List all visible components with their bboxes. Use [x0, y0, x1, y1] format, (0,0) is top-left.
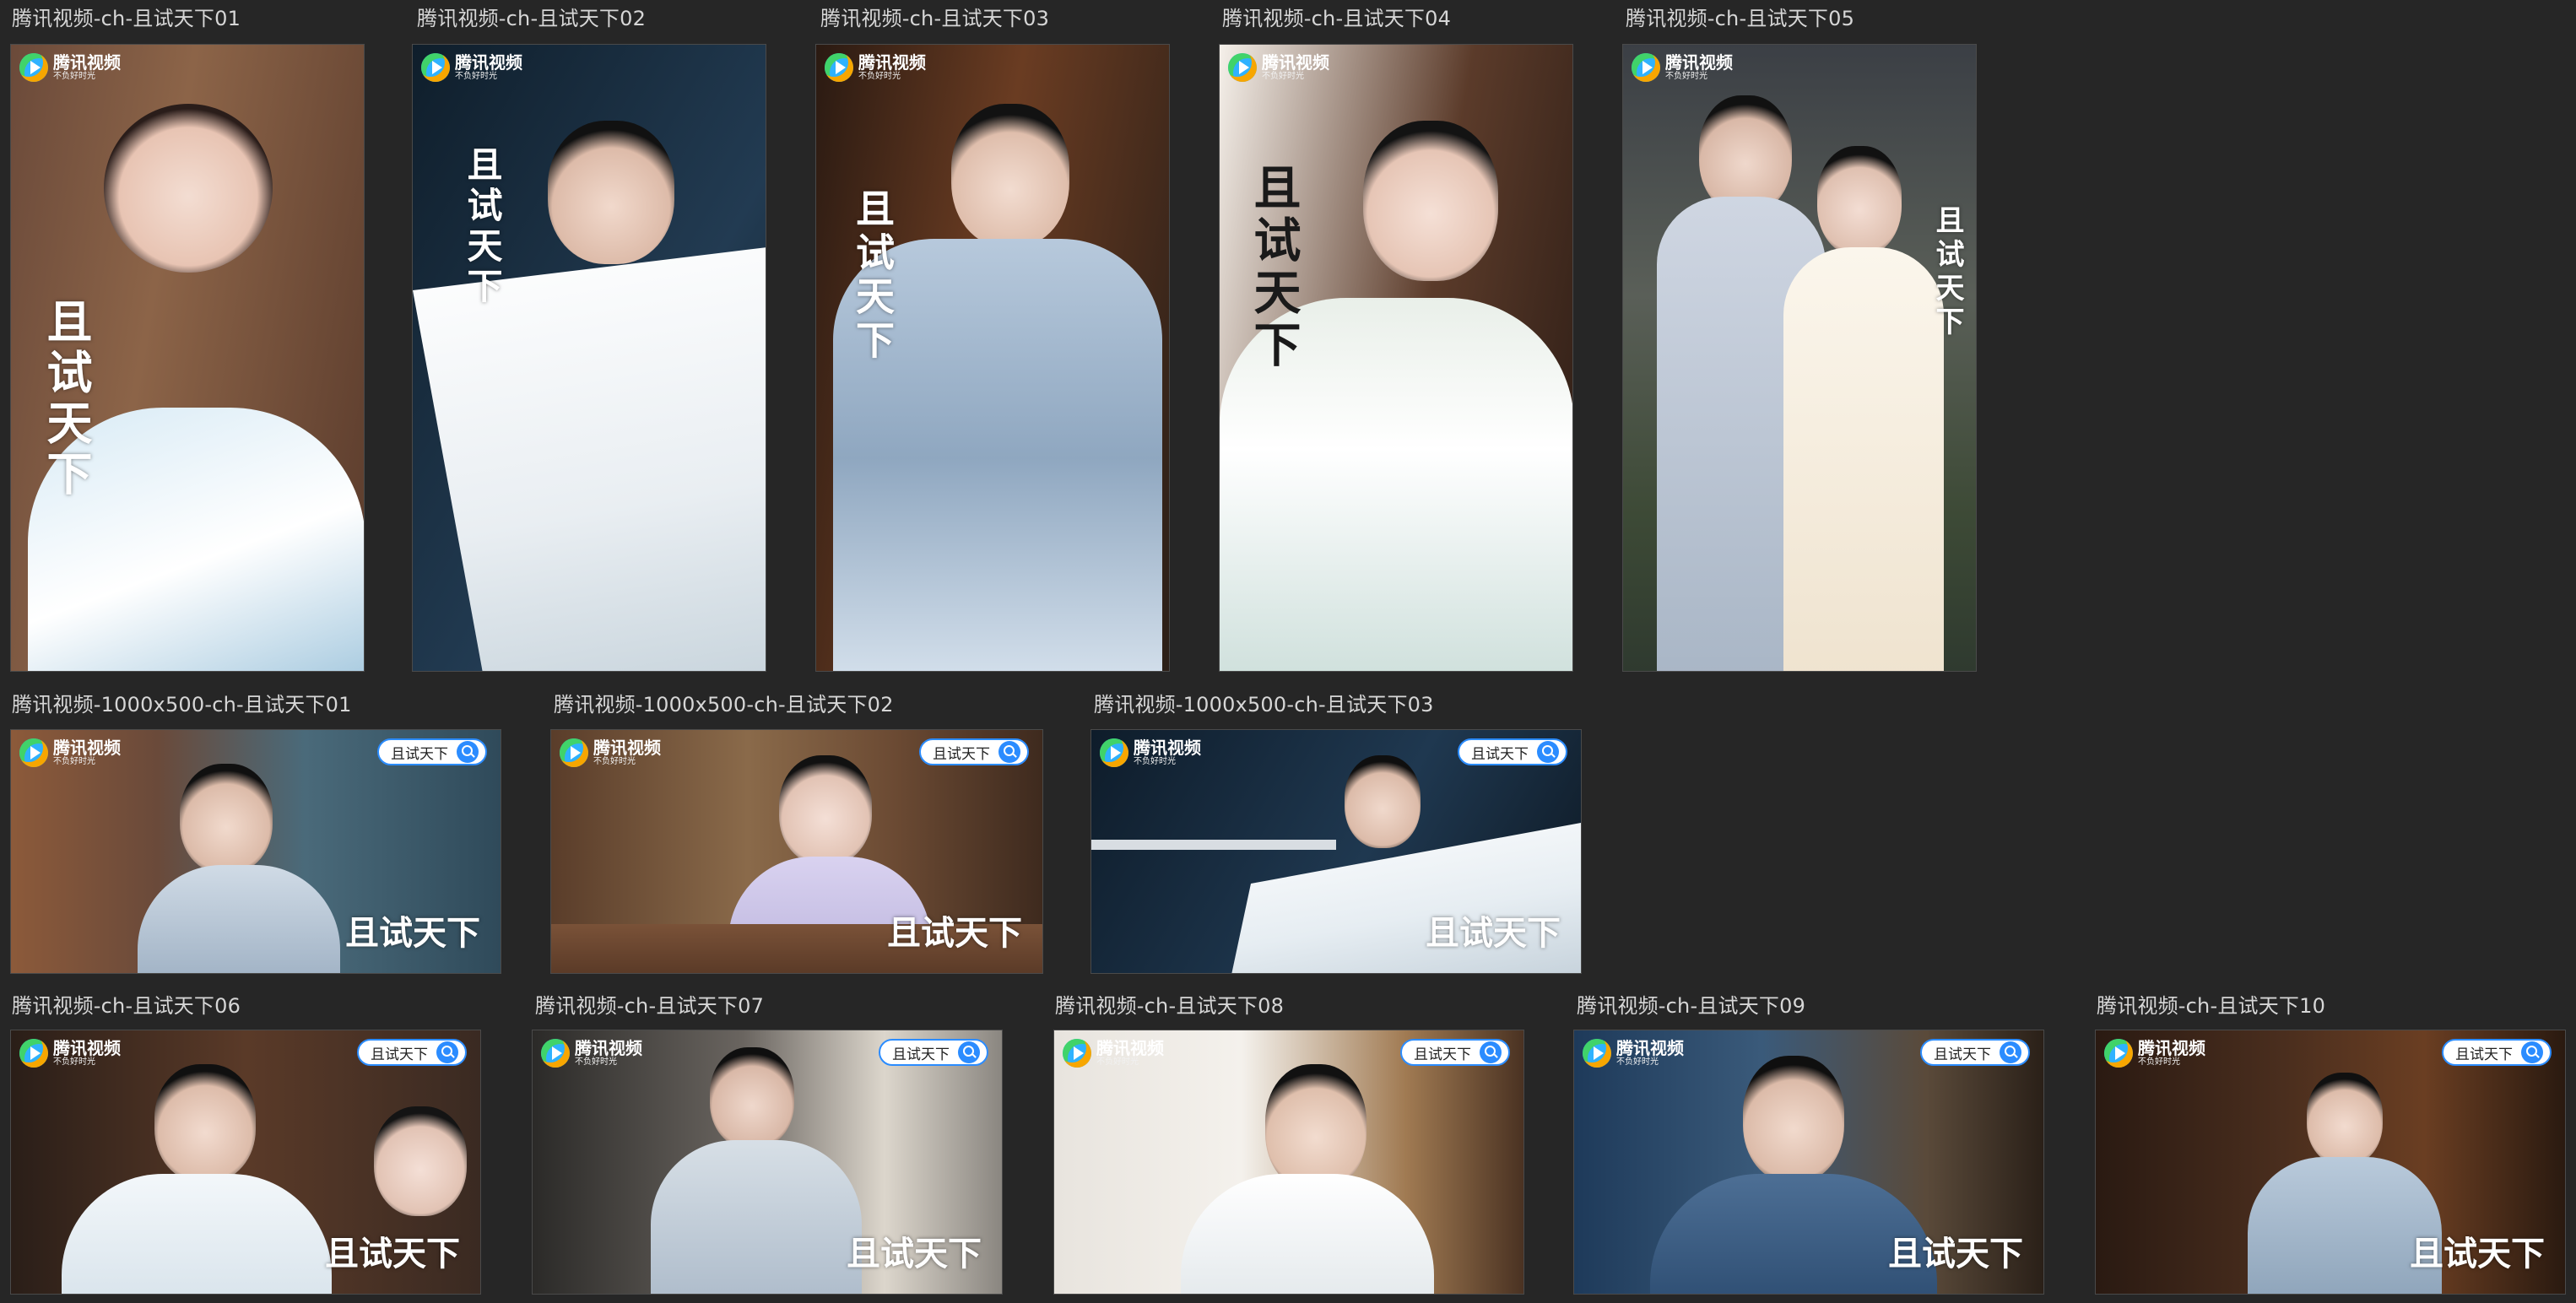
title-calligraphy: 且试天下	[850, 188, 896, 364]
tencent-video-logo: 腾讯视频 不负好时光	[421, 53, 522, 82]
tencent-video-logo: 腾讯视频 不负好时光	[19, 53, 121, 82]
thumbnail-label[interactable]: 腾讯视频-1000x500-ch-且试天下02	[554, 693, 894, 716]
title-calligraphy: 且试天下	[887, 913, 1022, 953]
search-pill: 且试天下	[1920, 1039, 2030, 1066]
character-portrait	[779, 755, 872, 865]
search-icon	[958, 1041, 980, 1063]
thumbnail-label[interactable]: 腾讯视频-ch-且试天下08	[1055, 994, 1284, 1018]
tencent-video-logo: 腾讯视频 不负好时光	[19, 738, 121, 767]
tencent-video-logo: 腾讯视频 不负好时光	[541, 1039, 642, 1068]
play-icon	[1632, 53, 1660, 82]
tencent-video-logo: 腾讯视频 不负好时光	[2104, 1039, 2205, 1068]
thumbnail-label[interactable]: 腾讯视频-ch-且试天下05	[1626, 7, 1854, 30]
search-icon	[2000, 1041, 2021, 1063]
play-icon	[421, 53, 450, 82]
search-icon	[1537, 741, 1559, 763]
character-portrait	[1699, 95, 1792, 214]
thumbnail-label[interactable]: 腾讯视频-ch-且试天下10	[2097, 994, 2325, 1018]
banner-thumbnail[interactable]: 腾讯视频 不负好时光 且试天下 且试天下	[550, 729, 1043, 974]
search-icon	[998, 741, 1020, 763]
poster-thumbnail[interactable]: 腾讯视频 不负好时光 且试天下	[1622, 44, 1977, 672]
play-icon	[560, 738, 588, 767]
character-portrait	[1265, 1064, 1366, 1191]
poster-thumbnail[interactable]: 腾讯视频 不负好时光 且试天下	[815, 44, 1170, 672]
character-portrait	[154, 1064, 256, 1182]
thumbnail-label[interactable]: 腾讯视频-ch-且试天下01	[12, 7, 241, 30]
play-icon	[19, 1039, 48, 1068]
banner-thumbnail[interactable]: 腾讯视频 不负好时光 且试天下	[1053, 1030, 1524, 1295]
tencent-video-logo: 腾讯视频 不负好时光	[19, 1039, 121, 1068]
character-portrait	[710, 1047, 794, 1149]
tencent-video-logo: 腾讯视频 不负好时光	[1228, 53, 1329, 82]
character-portrait	[548, 121, 674, 264]
tencent-video-logo: 腾讯视频 不负好时光	[1583, 1039, 1684, 1068]
character-portrait	[1363, 121, 1498, 281]
play-icon	[1063, 1039, 1091, 1068]
title-calligraphy: 且试天下	[2410, 1234, 2545, 1273]
search-pill: 且试天下	[357, 1039, 467, 1066]
play-icon	[2104, 1039, 2133, 1068]
tencent-video-logo: 腾讯视频 不负好时光	[1632, 53, 1733, 82]
sword-blade	[1091, 840, 1336, 850]
play-icon	[19, 53, 48, 82]
poster-thumbnail[interactable]: 腾讯视频 不负好时光 且试天下	[10, 44, 365, 672]
play-icon	[1583, 1039, 1611, 1068]
search-pill: 且试天下	[2442, 1039, 2552, 1066]
play-icon	[1228, 53, 1257, 82]
title-calligraphy: 且试天下	[1246, 163, 1302, 372]
search-icon	[436, 1041, 458, 1063]
search-icon	[457, 741, 479, 763]
thumbnail-label[interactable]: 腾讯视频-ch-且试天下06	[12, 994, 241, 1018]
character-portrait	[951, 104, 1069, 247]
search-icon	[1480, 1041, 1502, 1063]
thumbnail-label[interactable]: 腾讯视频-ch-且试天下03	[820, 7, 1049, 30]
thumbnail-label[interactable]: 腾讯视频-ch-且试天下04	[1222, 7, 1451, 30]
banner-thumbnail[interactable]: 腾讯视频 不负好时光 且试天下 且试天下	[1090, 729, 1582, 974]
title-calligraphy: 且试天下	[847, 1234, 982, 1273]
title-calligraphy: 且试天下	[345, 913, 480, 953]
thumbnail-label[interactable]: 腾讯视频-1000x500-ch-且试天下01	[12, 693, 352, 716]
banner-thumbnail[interactable]: 腾讯视频 不负好时光 且试天下 且试天下	[10, 729, 501, 974]
thumbnail-label[interactable]: 腾讯视频-ch-且试天下09	[1577, 994, 1805, 1018]
tencent-video-logo: 腾讯视频 不负好时光	[560, 738, 661, 767]
thumbnail-label[interactable]: 腾讯视频-1000x500-ch-且试天下03	[1094, 693, 1434, 716]
tencent-video-logo: 腾讯视频 不负好时光	[1063, 1039, 1164, 1068]
tencent-video-logo: 腾讯视频 不负好时光	[1100, 738, 1201, 767]
character-portrait	[2307, 1073, 2383, 1165]
search-pill: 且试天下	[919, 738, 1029, 765]
search-pill: 且试天下	[1458, 738, 1567, 765]
play-icon	[19, 738, 48, 767]
character-portrait	[104, 104, 273, 273]
banner-thumbnail[interactable]: 腾讯视频 不负好时光 且试天下 且试天下	[532, 1030, 1003, 1295]
thumbnail-label[interactable]: 腾讯视频-ch-且试天下02	[417, 7, 646, 30]
search-pill: 且试天下	[377, 738, 487, 765]
character-portrait	[1345, 755, 1421, 848]
title-calligraphy: 且试天下	[325, 1234, 460, 1273]
tencent-video-logo: 腾讯视频 不负好时光	[825, 53, 926, 82]
banner-thumbnail[interactable]: 腾讯视频 不负好时光 且试天下 且试天下	[1573, 1030, 2044, 1295]
title-calligraphy: 且试天下	[1930, 205, 1964, 340]
search-pill: 且试天下	[1400, 1039, 1510, 1066]
poster-thumbnail[interactable]: 腾讯视频 不负好时光 且试天下	[412, 44, 766, 672]
character-robe	[1783, 247, 1944, 671]
search-icon	[2521, 1041, 2543, 1063]
title-calligraphy: 且试天下	[1426, 913, 1561, 953]
banner-thumbnail[interactable]: 腾讯视频 不负好时光 且试天下 且试天下	[10, 1030, 481, 1295]
character-robe	[651, 1140, 862, 1294]
character-portrait	[374, 1106, 467, 1216]
poster-thumbnail[interactable]: 腾讯视频 不负好时光 且试天下	[1219, 44, 1573, 672]
title-calligraphy: 且试天下	[462, 146, 503, 308]
search-pill: 且试天下	[879, 1039, 988, 1066]
character-portrait	[1743, 1056, 1844, 1182]
character-portrait	[180, 764, 273, 873]
title-calligraphy: 且试天下	[39, 298, 93, 500]
character-portrait	[1817, 146, 1902, 256]
play-icon	[541, 1039, 570, 1068]
play-icon	[825, 53, 853, 82]
thumbnail-label[interactable]: 腾讯视频-ch-且试天下07	[535, 994, 764, 1018]
title-calligraphy: 且试天下	[1888, 1234, 2023, 1273]
play-icon	[1100, 738, 1128, 767]
banner-thumbnail[interactable]: 腾讯视频 不负好时光 且试天下 且试天下	[2095, 1030, 2566, 1295]
